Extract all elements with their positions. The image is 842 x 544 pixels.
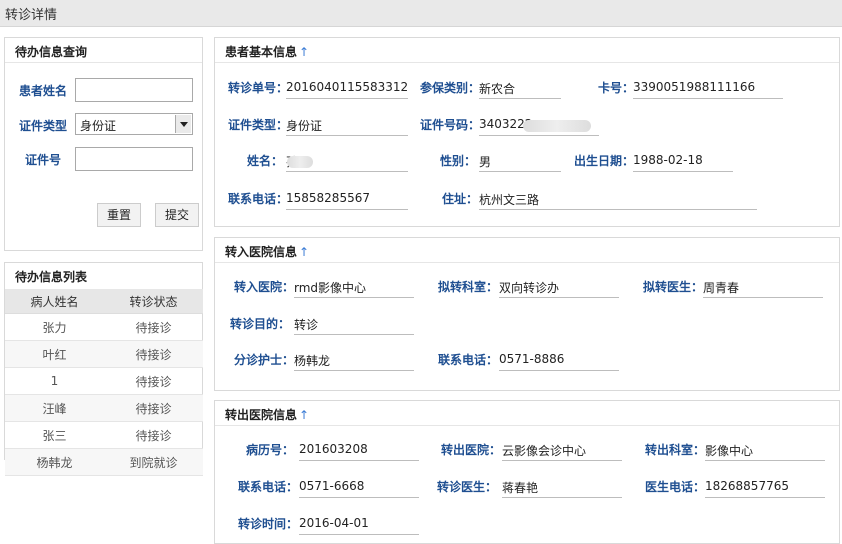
in-dept-label: 拟转科室： [438, 280, 499, 294]
birth-label: 出生日期： [574, 154, 635, 168]
record-label: 病历号： [246, 443, 295, 457]
row-patient-name[interactable]: 张三 [5, 421, 104, 449]
doctor-phone-value: 18268857765 [705, 479, 825, 498]
transfer-no-value: 201604011558331259 [286, 80, 408, 99]
id-type-field-label: 证件类型： [228, 118, 289, 132]
id-type-select[interactable]: 身份证 [75, 113, 193, 135]
insurance-label: 参保类别： [420, 81, 481, 95]
id-type-label: 证件类型 [19, 119, 68, 133]
id-type-field-value: 身份证 [286, 117, 408, 136]
out-phone-value: 0571-6668 [299, 479, 419, 498]
nurse-label: 分诊护士： [234, 353, 295, 367]
query-panel: 待办信息查询 患者姓名 证件类型 身份证 证件号 重置 提交 [4, 37, 203, 251]
record-value: 201603208 [299, 442, 419, 461]
insurance-value: 新农合 [479, 80, 561, 99]
row-patient-name[interactable]: 杨韩龙 [5, 448, 104, 476]
row-patient-name[interactable]: 叶红 [5, 340, 104, 368]
out-doctor-value: 蒋春艳 [502, 479, 622, 498]
out-phone-label: 联系电话： [238, 480, 299, 494]
row-status: 待接诊 [104, 367, 203, 395]
table-header-row: 病人姓名 转诊状态 [5, 289, 203, 314]
card-value: 3390051988111166 [633, 80, 783, 99]
phone-value: 15858285567 [286, 191, 408, 210]
id-number-label: 证件号 [25, 153, 62, 167]
table-row[interactable]: 杨韩龙 到院就诊 [5, 448, 203, 476]
nurse-value: 杨韩龙 [294, 352, 414, 371]
row-patient-name[interactable]: 汪峰 [5, 394, 104, 422]
table-row[interactable]: 叶红 待接诊 [5, 340, 203, 368]
patient-name-input[interactable] [75, 78, 193, 102]
page-header: 转诊详情 [0, 0, 842, 27]
in-hospital-panel: 转入医院信息 ↑ 转入医院： rmd影像中心 拟转科室： 双向转诊办 拟转医生： … [214, 237, 840, 391]
patient-info-panel: 患者基本信息↑ 转诊单号： 201604011558331259 参保类别： 新… [214, 37, 840, 227]
phone-label: 联系电话： [228, 192, 289, 206]
id-type-select-value: 身份证 [80, 119, 117, 133]
transfer-time-value: 2016-04-01 [299, 516, 419, 535]
id-number-input[interactable] [75, 147, 193, 171]
in-phone-value: 0571-8886 [499, 352, 619, 371]
row-patient-name[interactable]: 1 [5, 367, 104, 395]
in-hospital-value: rmd影像中心 [294, 279, 414, 298]
out-dept-value: 影像中心 [705, 442, 825, 461]
todo-table: 病人姓名 转诊状态 张力 待接诊 叶红 待接诊 1 待接诊 汪峰 待接诊 张三 待接诊 杨… [5, 289, 203, 476]
table-row[interactable]: 张三 待接诊 [5, 421, 203, 449]
patient-info-title: 患者基本信息 ↑ [225, 45, 310, 59]
card-label: 卡号： [598, 81, 635, 95]
out-dept-label: 转出科室： [645, 443, 706, 457]
doctor-phone-label: 医生电话： [645, 480, 706, 494]
column-header-status: 转诊状态 [104, 289, 203, 314]
row-status: 待接诊 [104, 394, 203, 422]
table-row[interactable]: 汪峰 待接诊 [5, 394, 203, 422]
row-status: 待接诊 [104, 421, 203, 449]
collapse-arrow-icon[interactable]: ↑ [299, 45, 309, 59]
row-status: 待接诊 [104, 340, 203, 368]
in-hospital-title: 转入医院信息 ↑ [225, 245, 310, 259]
out-hospital-label: 转出医院： [441, 443, 502, 457]
out-hospital-value: 云影像会诊中心 [502, 442, 622, 461]
patient-name-label: 患者姓名 [19, 84, 68, 98]
out-doctor-label: 转诊医生： [437, 480, 498, 494]
table-row[interactable]: 1 待接诊 [5, 367, 203, 395]
in-doctor-value: 周青春 [703, 279, 823, 298]
todo-list-title: 待办信息列表 [15, 270, 88, 284]
id-number-field-label: 证件号码： [420, 118, 481, 132]
collapse-arrow-icon[interactable]: ↑ [299, 408, 309, 422]
name-label: 姓名： [247, 154, 284, 168]
id-number-redaction [523, 120, 591, 132]
in-dept-value: 双向转诊办 [499, 279, 619, 298]
address-value: 杭州文三路 [479, 191, 757, 210]
reset-button[interactable]: 重置 [97, 203, 142, 227]
table-row[interactable]: 张力 待接诊 [5, 313, 203, 341]
row-status: 到院就诊 [104, 448, 203, 476]
purpose-value: 转诊 [294, 316, 414, 335]
in-doctor-label: 拟转医生： [643, 280, 704, 294]
purpose-label: 转诊目的： [230, 317, 291, 331]
gender-value: 男 [479, 153, 561, 172]
todo-list-panel: 待办信息列表 病人姓名 转诊状态 张力 待接诊 叶红 待接诊 1 待接诊 汪峰 待接诊 … [4, 262, 203, 476]
in-phone-label: 联系电话： [438, 353, 499, 367]
name-redaction [287, 156, 313, 168]
chevron-down-icon[interactable] [175, 115, 191, 133]
address-label: 住址： [442, 192, 479, 206]
submit-button[interactable]: 提交 [155, 203, 200, 227]
query-panel-title: 待办信息查询 [15, 45, 88, 59]
transfer-no-label: 转诊单号： [228, 81, 289, 95]
transfer-time-label: 转诊时间： [238, 517, 299, 531]
out-hospital-panel: 转出医院信息 ↑ 病历号： 201603208 转出医院： 云影像会诊中心 转出科… [214, 400, 840, 544]
out-hospital-title: 转出医院信息 ↑ [225, 408, 310, 422]
gender-label: 性别： [440, 154, 477, 168]
in-hospital-label: 转入医院： [234, 280, 295, 294]
page-title: 转诊详情 [5, 8, 58, 23]
column-header-patient-name: 病人姓名 [5, 289, 104, 314]
birth-value: 1988-02-18 [633, 153, 733, 172]
row-patient-name[interactable]: 张力 [5, 313, 104, 341]
collapse-arrow-icon[interactable]: ↑ [299, 245, 309, 259]
row-status: 待接诊 [104, 313, 203, 341]
